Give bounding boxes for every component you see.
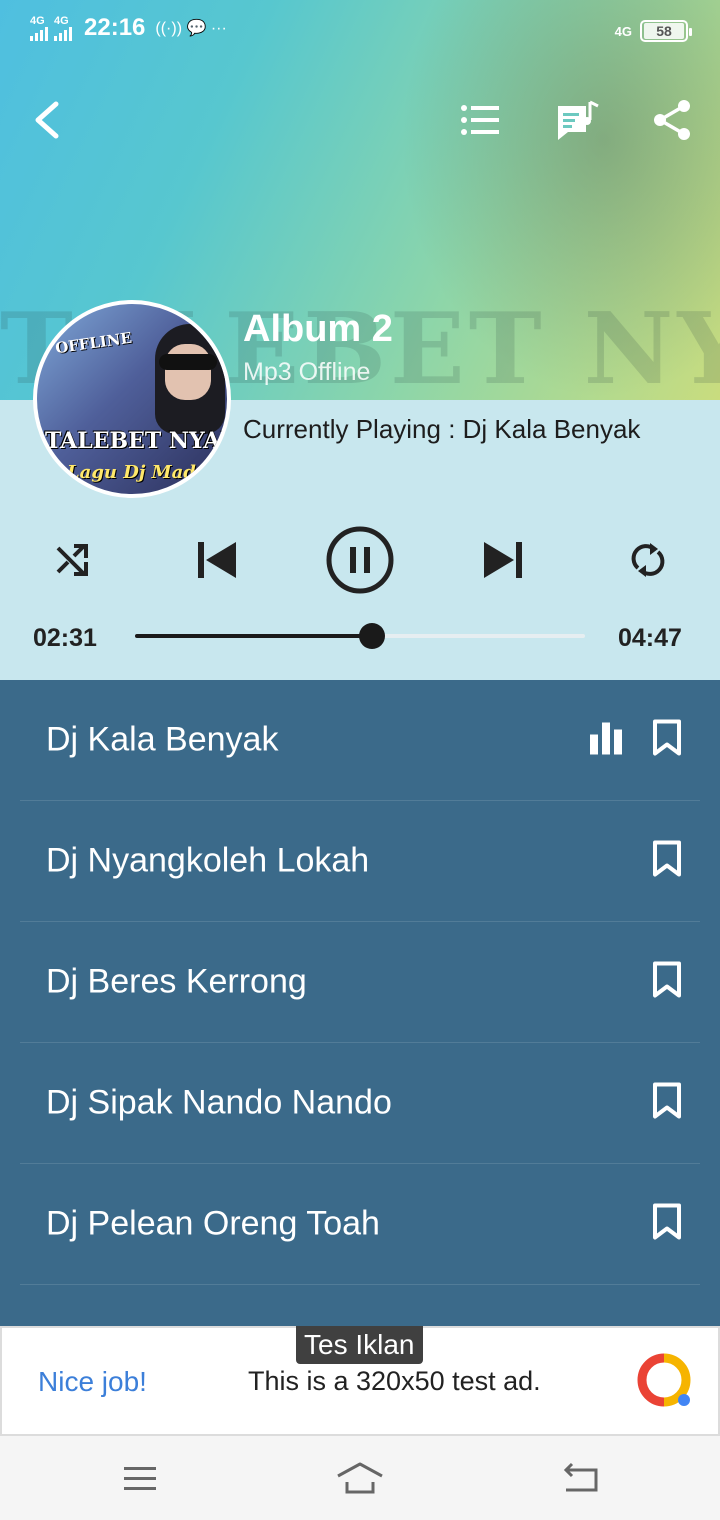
status-bar: 4G 4G 22:16 ((·)) 💬 ··· 4G 58 [0,0,720,64]
ad-test-label: Tes Iklan [296,1326,423,1364]
elapsed-time: 02:31 [33,624,97,652]
bookmark-icon[interactable] [652,1082,682,1125]
album-subtitle: Mp3 Offline [243,358,371,386]
total-time: 04:47 [618,624,682,652]
shuffle-icon[interactable] [50,538,94,582]
playlist-item[interactable]: Dj Nyangkoleh Lokah [20,801,700,922]
signal-2-icon: 4G [54,15,72,41]
network-type: 4G [614,23,632,39]
cover-face [165,344,211,400]
ad-logo-icon[interactable] [636,1352,692,1408]
track-title: Dj Sipak Nando Nando [46,1083,392,1122]
list-icon[interactable] [456,100,504,140]
signal-1-icon: 4G [30,15,48,41]
cover-tag: OFFLINE [54,328,133,358]
bookmark-icon[interactable] [652,840,682,883]
battery-icon: 58 [640,20,692,42]
ad-body[interactable]: This is a 320x50 test ad. [248,1366,541,1397]
bookmark-icon[interactable] [652,1203,682,1246]
playlist: Dj Kala Benyak Dj Nyangkoleh Lokah Dj Be… [0,680,720,1326]
status-time: 22:16 [84,14,146,41]
cover-title: TALEBET NYAKEEH [45,428,227,454]
seek-bar-thumb[interactable] [358,623,385,649]
battery-level: 58 [644,23,684,39]
ad-headline[interactable]: Nice job! [38,1366,147,1398]
pause-icon[interactable] [324,524,396,596]
bookmark-icon[interactable] [652,719,682,762]
now-playing-equalizer-icon [590,721,624,760]
now-playing-label: Currently Playing : Dj Kala Benyak [243,414,640,445]
album-cover-image: OFFLINE TALEBET NYAKEEH Lagu Dj Madura [33,300,231,498]
menu-icon[interactable] [120,1462,160,1494]
system-nav-bar [0,1436,720,1520]
now-playing-prefix: Currently Playing : [243,414,463,444]
now-playing-track: Dj Kala Benyak [462,414,641,444]
cover-subtitle: Lagu Dj Madura [67,462,231,483]
playlist-item[interactable]: Dj Kala Benyak [20,680,700,801]
playlist-item[interactable]: Dj Beres Kerrong [20,922,700,1043]
back-icon[interactable] [558,1460,602,1496]
seek-bar[interactable] [135,623,585,649]
playlist-item[interactable]: Dj Pelean Oreng Toah [20,1164,700,1285]
share-icon[interactable] [650,98,694,142]
repeat-icon[interactable] [626,538,670,582]
playlist-item[interactable]: Dj Sipak Nando Nando [20,1043,700,1164]
seek-bar-progress [135,634,372,638]
album-title: Album 2 [243,308,393,350]
cover-sunglasses [159,354,217,370]
skip-previous-icon[interactable] [190,534,242,586]
track-title: Dj Kala Benyak [46,720,279,759]
track-title: Dj Beres Kerrong [46,962,307,1001]
track-title: Dj Pelean Oreng Toah [46,1204,380,1243]
music-note-message-icon[interactable] [552,94,604,146]
status-extra-icons: ((·)) 💬 ··· [155,20,227,37]
skip-next-icon[interactable] [478,534,530,586]
home-icon[interactable] [334,1458,386,1498]
back-arrow-icon[interactable] [24,96,68,144]
bookmark-icon[interactable] [652,961,682,1004]
track-title: Dj Nyangkoleh Lokah [46,841,370,880]
